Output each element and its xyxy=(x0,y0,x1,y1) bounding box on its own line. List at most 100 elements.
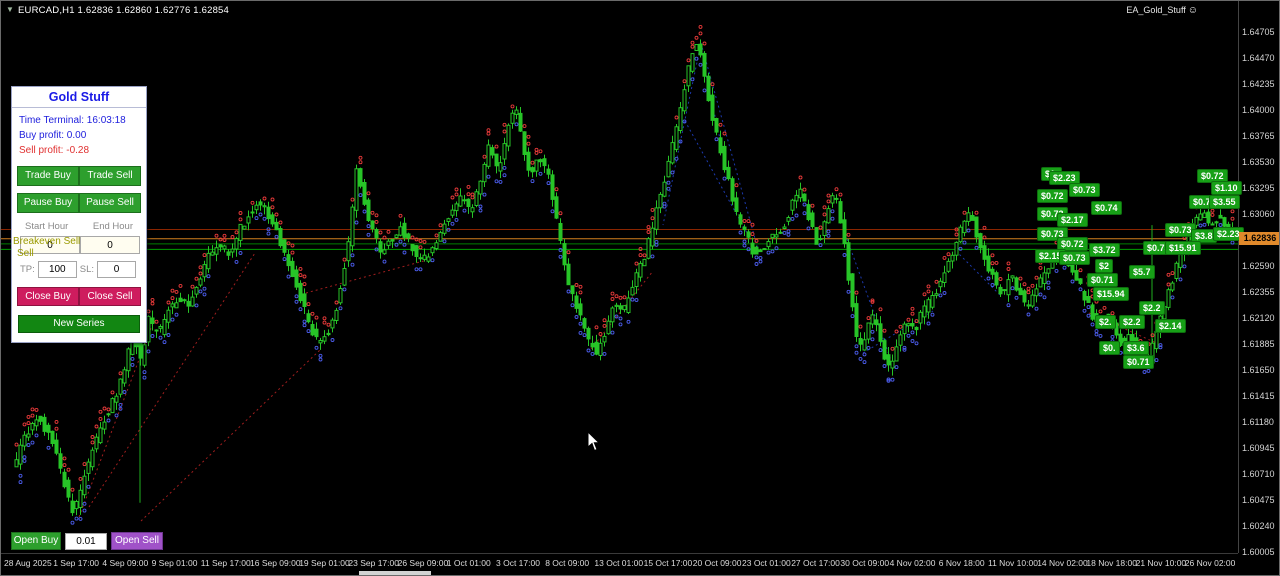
time-axis-label: 26 Sep 09:00 xyxy=(397,558,449,568)
price-axis-label: 1.61650 xyxy=(1242,365,1275,375)
price-axis-label: 1.60710 xyxy=(1242,469,1275,479)
price-axis-label: 1.61885 xyxy=(1242,339,1275,349)
time-axis-label: 13 Oct 01:00 xyxy=(594,558,644,568)
ea-name-label: EA_Gold_Stuff ☺ xyxy=(1126,5,1198,16)
profit-label: $2 xyxy=(1095,259,1114,273)
time-axis-label: 27 Oct 17:00 xyxy=(791,558,840,568)
start-hour-label: Start Hour xyxy=(25,221,69,232)
time-axis-label: 21 Nov 10:00 xyxy=(1135,558,1187,568)
open-sell-button[interactable]: Open Sell xyxy=(111,532,163,550)
profit-label: $2. xyxy=(1095,315,1116,329)
sl-label: SL: xyxy=(79,264,95,275)
price-axis-label: 1.63765 xyxy=(1242,131,1275,141)
time-axis-label: 4 Sep 09:00 xyxy=(102,558,149,568)
pause-sell-button[interactable]: Pause Sell xyxy=(79,193,141,213)
profit-label: $0.71 xyxy=(1123,355,1154,369)
candlestick-series xyxy=(1,24,1238,525)
lot-size-input[interactable] xyxy=(65,532,107,550)
ea-gold-stuff-panel: Gold Stuff Time Terminal: 16:03:18 Buy p… xyxy=(11,86,147,343)
time-axis-label: 14 Nov 02:00 xyxy=(1037,558,1088,568)
trade-buy-button[interactable]: Trade Buy xyxy=(17,166,79,186)
time-axis-label: 15 Oct 17:00 xyxy=(643,558,693,568)
time-axis-label: 18 Nov 18:00 xyxy=(1086,558,1137,568)
panel-title[interactable]: Gold Stuff xyxy=(12,87,146,108)
profit-label: $2.17 xyxy=(1057,213,1088,227)
price-axis-label: 1.64705 xyxy=(1242,27,1275,37)
profit-label: $2.14 xyxy=(1155,319,1186,333)
time-axis-label: 11 Nov 10:00 xyxy=(988,558,1038,568)
price-axis-label: 1.63295 xyxy=(1242,183,1275,193)
time-axis-label: 11 Sep 17:00 xyxy=(200,558,251,568)
time-axis-label: 6 Nov 18:00 xyxy=(938,558,985,568)
price-axis-label: 1.64000 xyxy=(1242,105,1275,115)
price-chart[interactable] xyxy=(1,1,1238,576)
profit-label: $15.91 xyxy=(1165,241,1201,255)
breakeven-sell-line-label: Breakeven Sell xyxy=(13,236,81,247)
end-hour-label: End Hour xyxy=(92,221,133,232)
time-axis-label: 1 Sep 17:00 xyxy=(53,558,100,568)
profit-label: $0.74 xyxy=(1091,201,1122,215)
profit-label: $0. xyxy=(1099,341,1120,355)
time-axis-label: 28 Aug 2025 xyxy=(4,558,52,568)
time-axis-label: 1 Oct 01:00 xyxy=(446,558,491,568)
current-price-badge: 1.62836 xyxy=(1239,232,1279,245)
chart-dropdown-icon[interactable]: ▼ xyxy=(6,5,14,14)
price-axis-label: 1.63530 xyxy=(1242,157,1275,167)
profit-label: $3.6 xyxy=(1123,341,1149,355)
time-axis-label: 3 Oct 17:00 xyxy=(496,558,540,568)
sell-line-label: Sell xyxy=(17,248,34,259)
ea-smiley-icon[interactable]: ☺ xyxy=(1188,5,1198,16)
pause-buy-button[interactable]: Pause Buy xyxy=(17,193,79,213)
profit-label: $0.71 xyxy=(1087,273,1118,287)
profit-label: $15.94 xyxy=(1093,287,1129,301)
profit-label: $0.73 xyxy=(1069,183,1100,197)
time-axis-label: 23 Sep 17:00 xyxy=(348,558,399,568)
time-axis-label: 16 Sep 09:00 xyxy=(250,558,301,568)
price-axis-label: 1.60240 xyxy=(1242,521,1275,531)
price-axis-label: 1.63060 xyxy=(1242,209,1275,219)
price-axis-label: 1.60945 xyxy=(1242,443,1275,453)
ea-name-text: EA_Gold_Stuff xyxy=(1126,5,1186,15)
end-hour-input[interactable] xyxy=(80,236,140,254)
profit-label: $0.73 xyxy=(1059,251,1090,265)
sl-input[interactable] xyxy=(97,261,137,278)
symbol-title: EURCAD,H1 1.62836 1.62860 1.62776 1.6285… xyxy=(18,5,230,16)
profit-label: $2.2 xyxy=(1119,315,1145,329)
price-axis[interactable]: 1.64705 1.64470 1.64235 1.64000 1.63765 1.635… xyxy=(1238,1,1279,557)
price-axis-label: 1.64470 xyxy=(1242,53,1275,63)
price-axis-label: 1.60005 xyxy=(1242,547,1275,557)
profit-label: $2.2 xyxy=(1139,301,1165,315)
time-terminal-text: Time Terminal: 16:03:18 xyxy=(19,115,126,126)
horizontal-scrollbar-thumb[interactable] xyxy=(359,571,431,575)
price-axis-label: 1.62590 xyxy=(1242,261,1275,271)
time-axis-label: 30 Oct 09:00 xyxy=(840,558,890,568)
time-axis-label: 4 Nov 02:00 xyxy=(889,558,936,568)
profit-label: $5.7 xyxy=(1129,265,1155,279)
tp-input[interactable] xyxy=(37,261,77,278)
tp-label: TP: xyxy=(20,264,35,275)
trade-sell-button[interactable]: Trade Sell xyxy=(79,166,141,186)
price-axis-label: 1.62120 xyxy=(1242,313,1275,323)
time-axis[interactable]: 28 Aug 2025 1 Sep 17:00 4 Sep 09:00 9 Sep 0… xyxy=(1,553,1238,575)
close-sell-button[interactable]: Close Sell xyxy=(79,287,141,306)
time-axis-label: 9 Sep 01:00 xyxy=(151,558,198,568)
time-axis-label: 26 Nov 02:00 xyxy=(1184,558,1236,568)
time-axis-label: 19 Sep 01:00 xyxy=(299,558,350,568)
mouse-cursor xyxy=(587,431,601,452)
price-axis-label: 1.62355 xyxy=(1242,287,1275,297)
time-axis-label: 8 Oct 09:00 xyxy=(545,558,590,568)
price-axis-label: 1.64235 xyxy=(1242,79,1275,89)
profit-label: $1.10 xyxy=(1211,181,1242,195)
mt4-chart-window: ▼ EURCAD,H1 1.62836 1.62860 1.62776 1.62… xyxy=(0,0,1280,576)
price-axis-label: 1.61180 xyxy=(1242,417,1274,427)
price-axis-label: 1.60475 xyxy=(1242,495,1275,505)
close-buy-button[interactable]: Close Buy xyxy=(17,287,79,306)
profit-label: $3.72 xyxy=(1089,243,1120,257)
profit-label: $0.72 xyxy=(1037,189,1068,203)
chart-header: ▼ EURCAD,H1 1.62836 1.62860 1.62776 1.62… xyxy=(1,1,1238,19)
buy-profit-text: Buy profit: 0.00 xyxy=(19,130,87,141)
open-buy-button[interactable]: Open Buy xyxy=(11,532,61,550)
time-axis-label: 20 Oct 09:00 xyxy=(692,558,742,568)
sell-profit-text: Sell profit: -0.28 xyxy=(19,145,90,156)
new-series-button[interactable]: New Series xyxy=(18,315,140,333)
